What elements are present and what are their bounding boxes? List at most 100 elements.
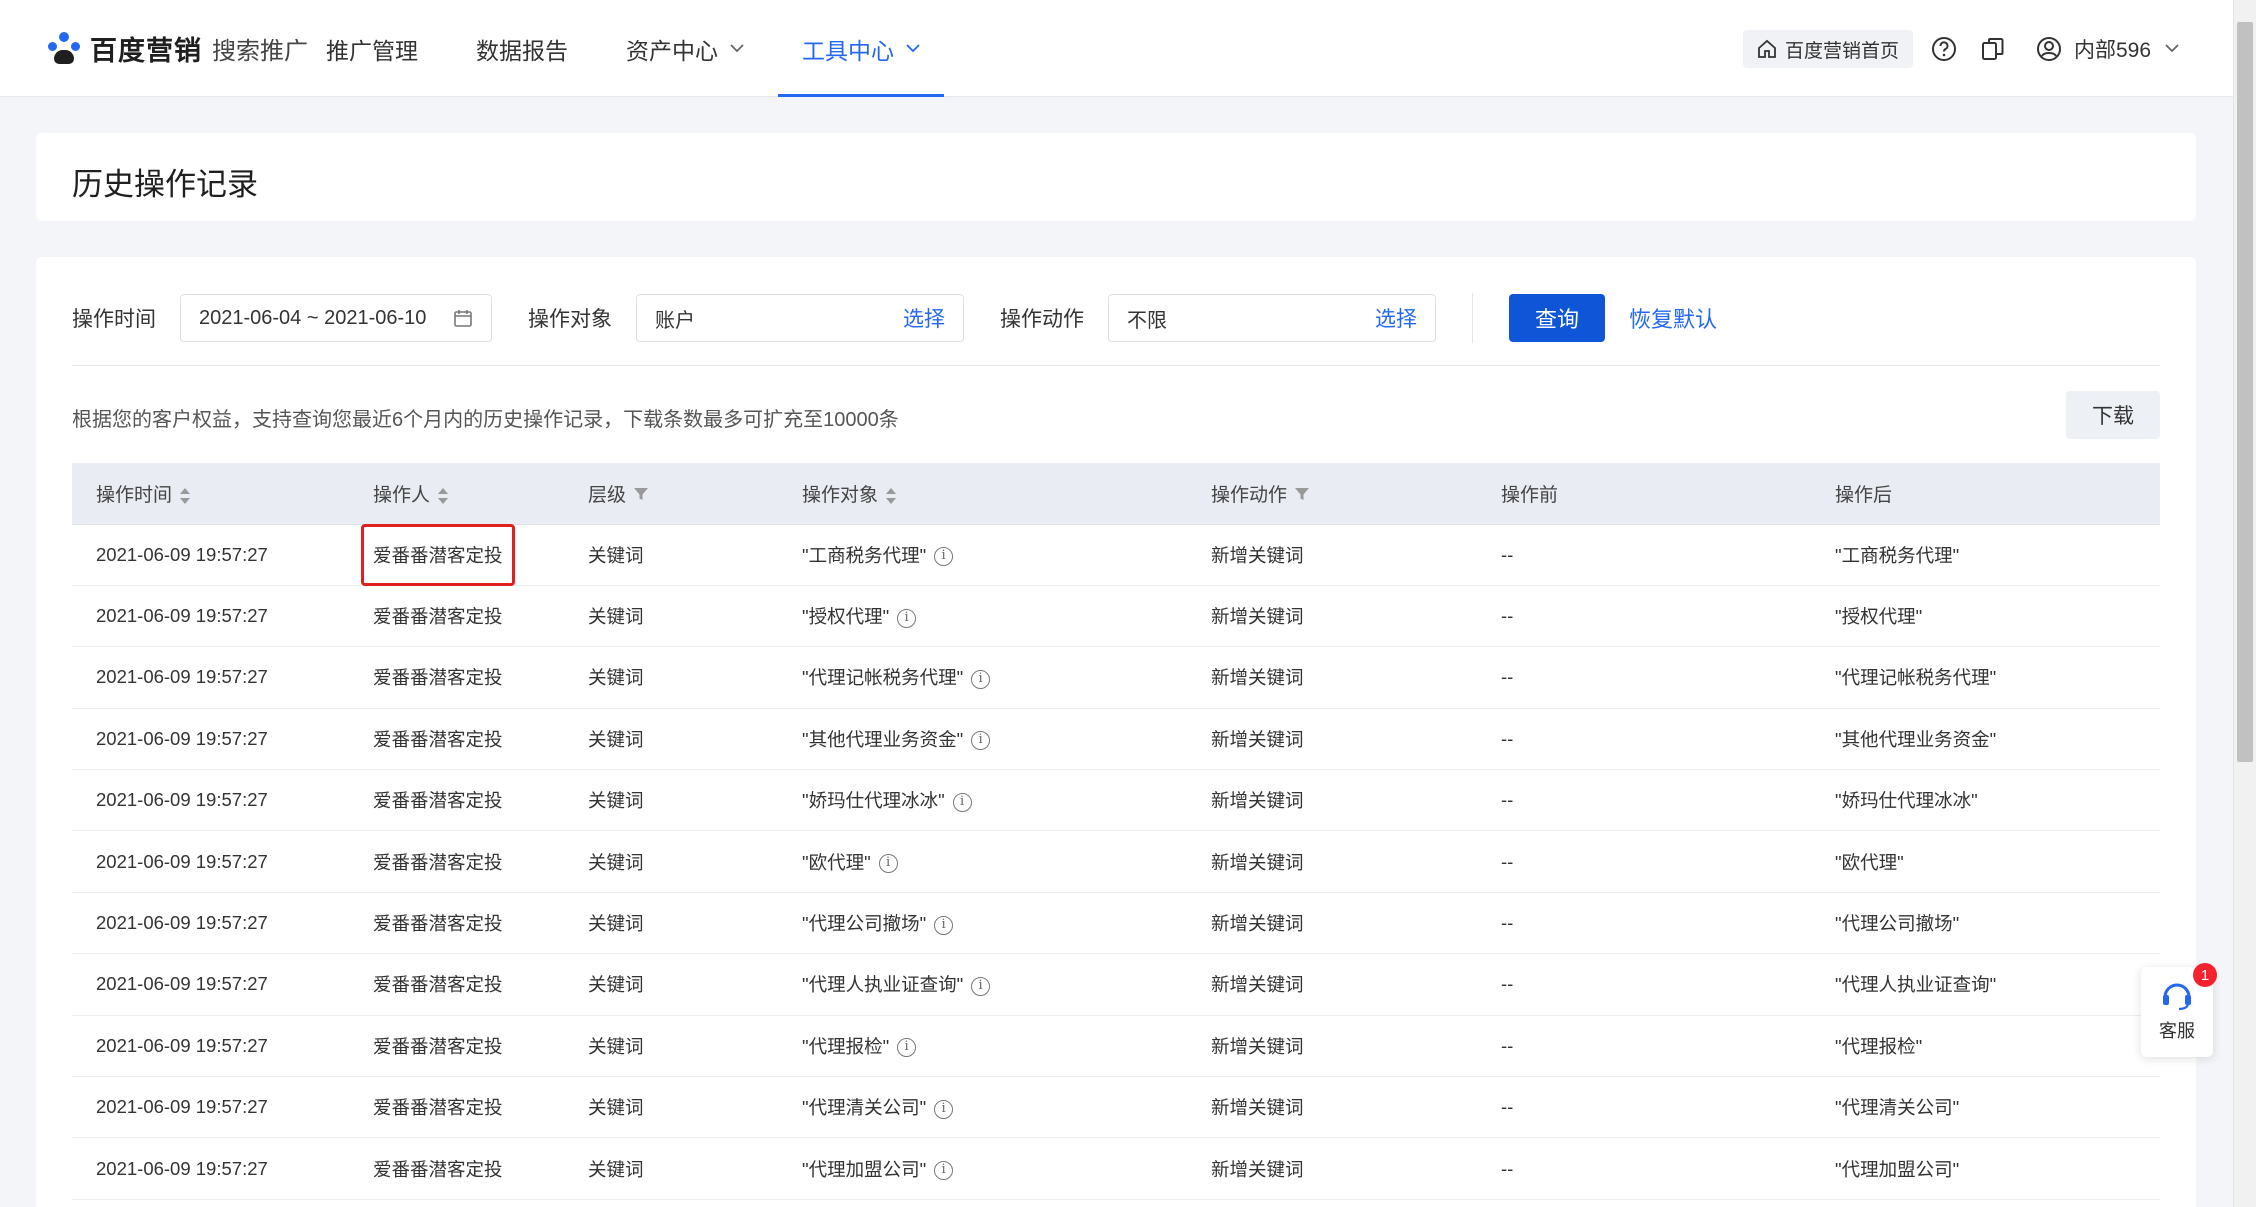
cell-after: "欧代理"	[1811, 830, 2160, 893]
cell-operator-text[interactable]: 爱番番潜客定投	[373, 606, 503, 627]
brand-logo[interactable]: 百度营销 搜索推广	[46, 28, 308, 68]
info-icon[interactable]: i	[934, 1161, 954, 1181]
column-header-time[interactable]: 操作时间	[72, 463, 349, 525]
sort-icon[interactable]	[438, 487, 449, 505]
nav-tool-center[interactable]: 工具中心	[778, 0, 944, 97]
info-icon[interactable]: i	[971, 731, 991, 751]
cell-time-text: 2021-06-09 19:57:27	[96, 666, 268, 688]
cell-operator: 爱番番潜客定投	[349, 830, 564, 893]
table-header-row: 操作时间 操作人 层级 操作对象 操作动作 操作前 操作后	[72, 463, 2160, 525]
query-button[interactable]: 查询	[1509, 294, 1606, 342]
cell-object: "代理人执业证查询" i	[778, 953, 1187, 1016]
chevron-down-icon	[906, 40, 920, 58]
object-filter-field[interactable]: 账户 选择	[636, 294, 964, 342]
help-icon[interactable]	[1929, 34, 1959, 64]
action-select-link[interactable]: 选择	[1375, 303, 1417, 333]
customer-service-button[interactable]: 客服 1	[2141, 963, 2217, 1057]
cell-operator: 爱番番潜客定投	[349, 1015, 564, 1078]
cell-before: --	[1477, 1015, 1811, 1078]
cell-action: 新增关键词	[1187, 1015, 1477, 1078]
column-header-action[interactable]: 操作动作	[1187, 463, 1477, 525]
cell-operator-text[interactable]: 爱番番潜客定投	[373, 913, 503, 934]
cell-action: 新增关键词	[1187, 708, 1477, 771]
cell-object: "代理清关公司" i	[778, 1076, 1187, 1139]
cell-after-text: "代理公司撤场"	[1835, 913, 1960, 935]
sort-icon[interactable]	[886, 487, 897, 505]
scrollbar-thumb[interactable]	[2237, 22, 2253, 762]
date-range-picker[interactable]: 2021-06-04 ~ 2021-06-10	[180, 294, 492, 342]
column-header-level[interactable]: 层级	[564, 463, 778, 525]
object-select-link[interactable]: 选择	[903, 303, 945, 333]
nav-promotion-management[interactable]: 推广管理	[302, 0, 442, 97]
cell-object-text: "欧代理"	[802, 851, 871, 873]
date-range-value: 2021-06-04 ~ 2021-06-10	[199, 306, 427, 329]
action-filter-field[interactable]: 不限 选择	[1108, 294, 1436, 342]
info-icon[interactable]: i	[952, 792, 972, 812]
home-button-label: 百度营销首页	[1785, 40, 1900, 62]
switch-account-icon[interactable]	[1978, 34, 2008, 64]
download-button[interactable]: 下载	[2066, 391, 2160, 439]
filter-icon[interactable]	[1295, 485, 1310, 507]
cell-after-text: "娇玛仕代理冰冰"	[1835, 790, 1978, 812]
info-icon[interactable]: i	[971, 670, 991, 690]
info-icon[interactable]: i	[878, 854, 898, 874]
cell-operator-text[interactable]: 爱番番潜客定投	[361, 523, 514, 586]
cell-action-text: 新增关键词	[1211, 544, 1304, 566]
column-header-object[interactable]: 操作对象	[778, 463, 1187, 525]
customer-service-label: 客服	[2159, 1021, 2195, 1041]
cell-after: "代理公司撤场"	[1811, 892, 2160, 955]
column-header-operator[interactable]: 操作人	[349, 463, 564, 525]
cell-after-text: "代理人执业证查询"	[1835, 974, 1997, 996]
object-filter-value: 账户	[655, 309, 695, 332]
cell-level-text: 关键词	[588, 913, 644, 935]
nav-label: 数据报告	[476, 37, 568, 64]
info-icon[interactable]: i	[934, 547, 954, 567]
cell-operator-text[interactable]: 爱番番潜客定投	[373, 729, 503, 750]
cell-level: 关键词	[564, 585, 778, 648]
cell-operator-text[interactable]: 爱番番潜客定投	[373, 1159, 503, 1180]
cell-operator: 爱番番潜客定投	[349, 1137, 564, 1200]
cell-time: 2021-06-09 19:57:27	[72, 1076, 349, 1139]
divider	[72, 365, 2160, 366]
nav-label: 资产中心	[626, 37, 718, 64]
cell-level-text: 关键词	[588, 1035, 644, 1057]
reset-default-button[interactable]: 恢复默认	[1629, 302, 1717, 334]
cell-object: "娇玛仕代理冰冰" i	[778, 769, 1187, 832]
notification-badge: 1	[2193, 963, 2217, 987]
info-icon[interactable]: i	[934, 1099, 954, 1119]
info-icon[interactable]: i	[971, 977, 991, 997]
cell-before-text: --	[1501, 850, 1514, 872]
divider	[1472, 293, 1473, 343]
cell-operator-text[interactable]: 爱番番潜客定投	[373, 1036, 503, 1057]
cell-operator-text[interactable]: 爱番番潜客定投	[373, 974, 503, 995]
cell-operator-text[interactable]: 爱番番潜客定投	[373, 1097, 503, 1118]
cell-action: 新增关键词	[1187, 1076, 1477, 1139]
cell-operator: 爱番番潜客定投	[349, 892, 564, 955]
cell-level: 关键词	[564, 1076, 778, 1139]
nav-data-report[interactable]: 数据报告	[452, 0, 592, 97]
cell-time: 2021-06-09 19:57:27	[72, 830, 349, 893]
cell-before-text: --	[1501, 666, 1514, 688]
cell-action: 新增关键词	[1187, 646, 1477, 709]
brand-subtitle: 搜索推广	[212, 37, 308, 65]
cell-action: 新增关键词	[1187, 769, 1477, 832]
cell-time-text: 2021-06-09 19:57:27	[96, 1034, 268, 1056]
sort-icon[interactable]	[180, 487, 191, 505]
filter-icon[interactable]	[634, 485, 649, 507]
info-icon[interactable]: i	[934, 915, 954, 935]
page-title-card: 历史操作记录	[36, 133, 2196, 221]
info-icon[interactable]: i	[897, 1038, 917, 1058]
cell-operator-text[interactable]: 爱番番潜客定投	[373, 790, 503, 811]
cell-operator-text[interactable]: 爱番番潜客定投	[373, 852, 503, 873]
nav-asset-center[interactable]: 资产中心	[602, 0, 768, 97]
nav-label: 工具中心	[802, 37, 894, 64]
cell-before: --	[1477, 1137, 1811, 1200]
user-name: 内部596	[2074, 39, 2152, 62]
marketing-home-button[interactable]: 百度营销首页	[1743, 30, 1914, 68]
table-row: 2021-06-09 19:57:27 爱番番潜客定投 关键词 "代理公司撤场" i 新增…	[72, 892, 2160, 955]
info-icon[interactable]: i	[897, 608, 917, 628]
cell-operator-text[interactable]: 爱番番潜客定投	[373, 667, 503, 688]
cell-object-text: "授权代理"	[802, 606, 890, 628]
page-scrollbar[interactable]	[2233, 0, 2256, 1207]
user-menu[interactable]: 内部596	[2036, 30, 2191, 68]
